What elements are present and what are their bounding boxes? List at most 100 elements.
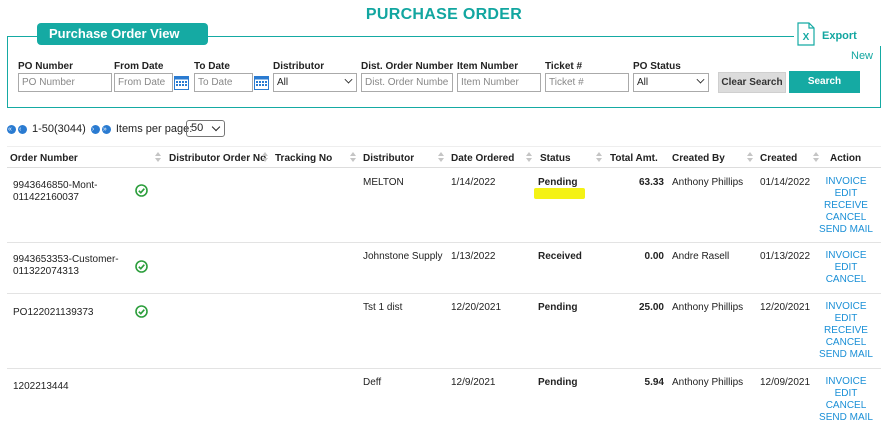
created-by-cell: Anthony Phillips	[672, 302, 744, 313]
total-amt-cell: 25.00	[638, 302, 664, 313]
col-distributor[interactable]: Distributor	[363, 153, 414, 164]
order-number-line1: PO122021139373	[13, 307, 94, 318]
col-status[interactable]: Status	[540, 153, 571, 164]
sort-icon[interactable]	[155, 152, 161, 163]
cancel-link[interactable]: CANCEL	[813, 274, 879, 286]
order-number[interactable]: 9943646850-Mont- 011422160037	[13, 180, 123, 204]
col-total-amt[interactable]: Total Amt.	[610, 153, 658, 164]
item-number-label: Item Number	[457, 61, 519, 72]
po-number-label: PO Number	[18, 61, 74, 72]
to-date-input[interactable]	[194, 73, 253, 92]
order-number-line1: 9943646850-Mont-	[13, 180, 98, 191]
col-created[interactable]: Created	[760, 153, 797, 164]
filter-tab: Purchase Order View	[37, 23, 208, 45]
calendar-icon[interactable]	[174, 74, 189, 90]
cancel-link[interactable]: CANCEL	[813, 400, 879, 412]
cancel-link[interactable]: CANCEL	[813, 212, 879, 224]
edit-link[interactable]: EDIT	[813, 388, 879, 400]
sort-icon[interactable]	[813, 152, 819, 163]
calendar-icon[interactable]	[254, 74, 269, 90]
created-cell: 12/09/2021	[760, 377, 811, 388]
sort-icon[interactable]	[596, 152, 602, 163]
created-cell: 01/13/2022	[760, 251, 811, 262]
action-links: INVOICE EDIT CANCEL SEND MAIL	[813, 376, 879, 424]
export-button[interactable]: X Export	[794, 22, 888, 46]
prev-page-icon[interactable]: ‹	[18, 124, 27, 134]
distributor-select[interactable]: All	[273, 73, 357, 92]
po-status-select-value: All	[637, 77, 649, 88]
sort-icon[interactable]	[262, 152, 268, 163]
send-mail-link[interactable]: SEND MAIL	[813, 224, 879, 236]
sort-icon[interactable]	[350, 152, 356, 163]
items-per-page-value: 50	[191, 122, 204, 134]
svg-text:X: X	[803, 32, 810, 43]
order-number[interactable]: 1202213444	[13, 381, 123, 393]
cancel-link[interactable]: CANCEL	[813, 337, 879, 349]
excel-icon: X	[797, 22, 815, 46]
po-status-label: PO Status	[633, 61, 681, 72]
col-created-by[interactable]: Created By	[672, 153, 725, 164]
distributor-select-value: All	[277, 77, 289, 88]
invoice-link[interactable]: INVOICE	[813, 250, 879, 262]
created-cell: 12/20/2021	[760, 302, 811, 313]
first-page-icon[interactable]: «	[7, 124, 16, 134]
invoice-link[interactable]: INVOICE	[813, 376, 879, 388]
created-by-cell: Andre Rasell	[672, 251, 730, 262]
order-number-line2: 011422160037	[13, 192, 79, 203]
items-per-page-label: Items per page:	[115, 123, 193, 135]
edit-link[interactable]: EDIT	[813, 262, 879, 274]
last-page-icon[interactable]: »	[101, 124, 111, 134]
sort-icon[interactable]	[747, 152, 753, 163]
items-per-page-select[interactable]: 50	[186, 120, 225, 137]
dist-order-number-label: Dist. Order Number	[361, 61, 454, 72]
total-amt-cell: 63.33	[638, 177, 664, 188]
receive-link[interactable]: RECEIVE	[813, 200, 879, 212]
to-date-label: To Date	[194, 61, 230, 72]
status-cell: Pending	[538, 302, 578, 313]
pager-range: 1-50(3044)	[32, 123, 86, 135]
from-date-input[interactable]	[114, 73, 173, 92]
invoice-link[interactable]: INVOICE	[813, 301, 879, 313]
distributor-cell: Johnstone Supply	[363, 251, 443, 262]
sort-icon[interactable]	[526, 152, 532, 163]
action-links: INVOICE EDIT RECEIVE CANCEL SEND MAIL	[813, 176, 879, 236]
edit-link[interactable]: EDIT	[813, 188, 879, 200]
order-number[interactable]: 9943653353-Customer- 011322074313	[13, 254, 123, 278]
col-tracking-no[interactable]: Tracking No	[275, 153, 332, 164]
new-link[interactable]: New	[851, 50, 873, 62]
sort-icon[interactable]	[438, 152, 444, 163]
table-row: 9943646850-Mont- 011422160037 MELTON 1/1…	[7, 168, 881, 243]
edit-link[interactable]: EDIT	[813, 313, 879, 325]
action-links: INVOICE EDIT CANCEL	[813, 250, 879, 286]
item-number-input[interactable]	[457, 73, 541, 92]
check-circle-icon	[135, 305, 148, 318]
send-mail-link[interactable]: SEND MAIL	[813, 349, 879, 361]
order-number-line1: 9943653353-Customer-	[13, 254, 119, 265]
po-number-input[interactable]	[18, 73, 112, 92]
created-cell: 01/14/2022	[760, 177, 811, 188]
send-mail-link[interactable]: SEND MAIL	[813, 412, 879, 424]
created-by-cell: Anthony Phillips	[672, 377, 744, 388]
po-status-select[interactable]: All	[633, 73, 709, 92]
chevron-down-icon	[211, 122, 221, 132]
clear-search-button[interactable]: Clear Search	[718, 72, 786, 93]
ticket-input[interactable]	[545, 73, 629, 92]
col-date-ordered[interactable]: Date Ordered	[451, 153, 514, 164]
distributor-cell: Tst 1 dist	[363, 302, 403, 313]
col-order-number[interactable]: Order Number	[10, 153, 78, 164]
search-button[interactable]: Search	[789, 71, 860, 93]
next-page-icon[interactable]: ›	[90, 124, 100, 134]
order-number[interactable]: PO122021139373	[13, 307, 123, 319]
dist-order-number-input[interactable]	[361, 73, 453, 92]
table-row: PO122021139373 Tst 1 dist 12/20/2021 Pen…	[7, 294, 881, 369]
col-distributor-order-no[interactable]: Distributor Order No	[169, 153, 266, 164]
status-cell: Received	[538, 251, 582, 262]
table-header: Order Number Distributor Order No Tracki…	[7, 146, 881, 168]
action-links: INVOICE EDIT RECEIVE CANCEL SEND MAIL	[813, 301, 879, 361]
order-number-line1: 1202213444	[13, 381, 69, 392]
order-number-line2: 011322074313	[13, 266, 79, 277]
date-ordered-cell: 1/13/2022	[451, 251, 496, 262]
invoice-link[interactable]: INVOICE	[813, 176, 879, 188]
chevron-down-icon	[696, 75, 705, 84]
receive-link[interactable]: RECEIVE	[813, 325, 879, 337]
